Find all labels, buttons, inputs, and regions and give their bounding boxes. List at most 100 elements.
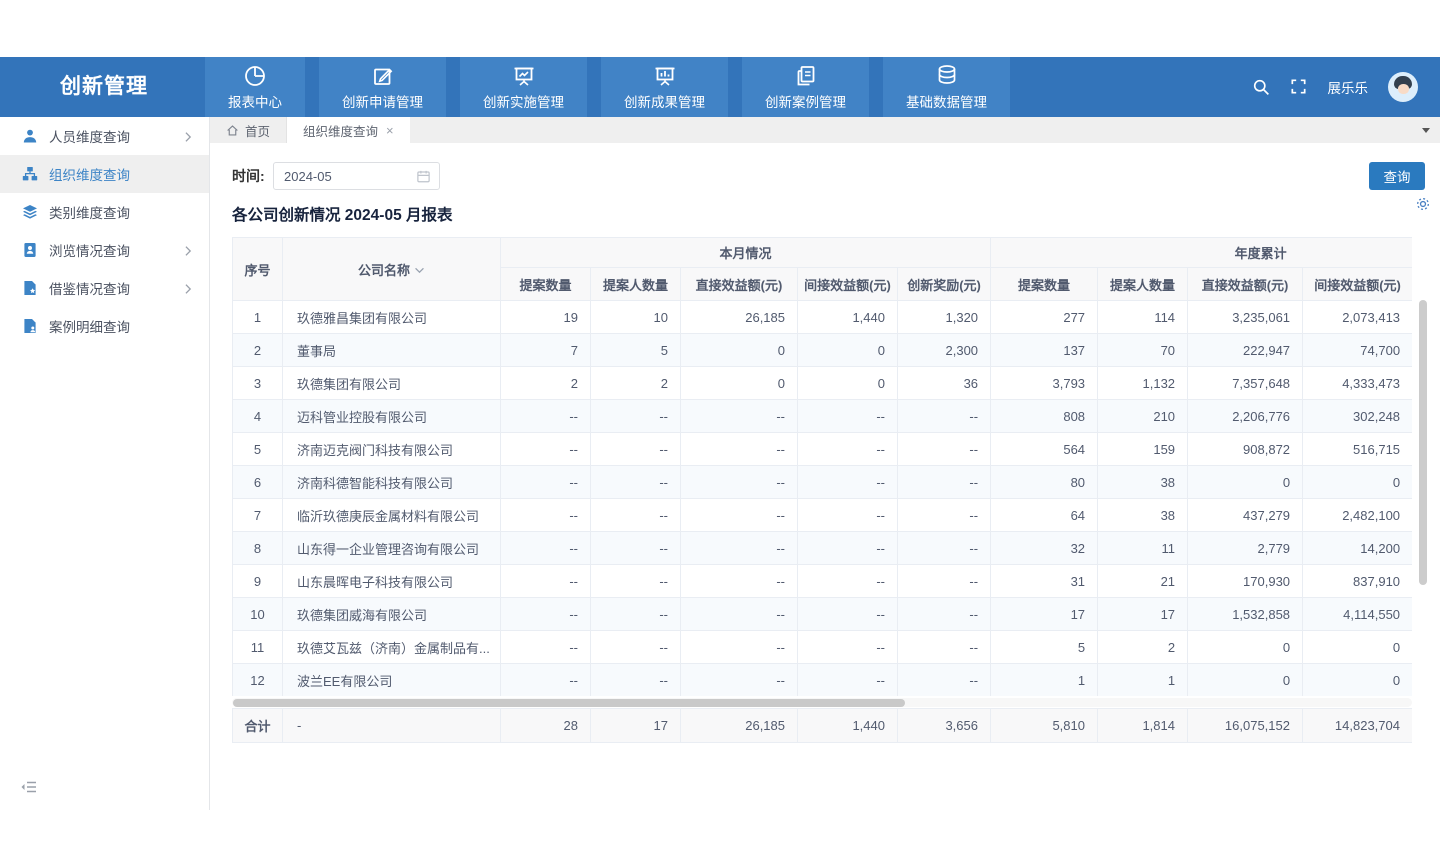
nav-item-2[interactable]: 创新申请管理 (319, 57, 446, 117)
table-cell: -- (591, 400, 681, 433)
horizontal-scrollbar[interactable] (232, 698, 1412, 707)
table-cell: 0 (1303, 466, 1412, 499)
table-row: 8山东得一企业管理咨询有限公司----------32112,77914,200 (233, 532, 1413, 565)
table-cell: 17 (1098, 598, 1188, 631)
table-row: 12波兰EE有限公司----------1100 (233, 664, 1413, 697)
menu-collapse-icon[interactable] (20, 778, 38, 796)
tab-2[interactable]: 组织维度查询× (287, 117, 410, 143)
col-header-company-label: 公司名称 (358, 263, 410, 278)
table-cell: -- (681, 598, 798, 631)
tab-close-icon[interactable]: × (386, 123, 394, 138)
nav-item-5[interactable]: 创新案例管理 (742, 57, 869, 117)
sidebar-item-4[interactable]: 浏览情况查询 (0, 231, 209, 269)
table-cell: 0 (1303, 664, 1412, 697)
table-cell: 0 (1188, 631, 1303, 664)
col-header-company[interactable]: 公司名称 (283, 238, 501, 301)
table-cell: 临沂玖德庚辰金属材料有限公司 (283, 499, 501, 532)
table-cell: 0 (1188, 466, 1303, 499)
total-cell: 5,810 (991, 709, 1098, 743)
sidebar-item-6[interactable]: 案例明细查询 (0, 307, 209, 345)
nav-item-4[interactable]: 创新成果管理 (601, 57, 728, 117)
table-cell: 1 (1098, 664, 1188, 697)
table-row: 5济南迈克阀门科技有限公司----------564159908,872516,… (233, 433, 1413, 466)
sidebar-item-3[interactable]: 类别维度查询 (0, 193, 209, 231)
col-header-month-2: 提案人数量 (591, 268, 681, 301)
table-cell: 济南迈克阀门科技有限公司 (283, 433, 501, 466)
username[interactable]: 展乐乐 (1328, 77, 1369, 97)
title-row: 各公司创新情况 2024-05 月报表 (232, 203, 1420, 225)
table-cell: -- (798, 433, 898, 466)
table-row: 9山东晨晖电子科技有限公司----------3121170,930837,91… (233, 565, 1413, 598)
total-cell: 16,075,152 (1188, 709, 1303, 743)
table-cell: -- (591, 499, 681, 532)
database-icon (934, 63, 960, 89)
table-cell: 2,482,100 (1303, 499, 1412, 532)
table-cell: -- (501, 631, 591, 664)
table-cell: 11 (1098, 532, 1188, 565)
nav-item-label: 基础数据管理 (906, 91, 987, 111)
col-header-month-1: 提案数量 (501, 268, 591, 301)
table-cell: 437,279 (1188, 499, 1303, 532)
person-icon (22, 128, 38, 144)
vertical-scrollbar[interactable] (1419, 300, 1427, 585)
table-row: 4迈科管业控股有限公司----------8082102,206,776302,… (233, 400, 1413, 433)
table-cell: -- (681, 664, 798, 697)
table-cell: 6 (233, 466, 283, 499)
sidebar-item-5[interactable]: 借鉴情况查询 (0, 269, 209, 307)
report-table: 序号公司名称本月情况年度累计提案数量提案人数量直接效益额(元)间接效益额(元)创… (232, 237, 1412, 696)
table-cell: 8 (233, 532, 283, 565)
total-row: 合计-281726,1851,4403,6565,8101,81416,075,… (233, 709, 1413, 743)
org-chart-icon (22, 166, 38, 182)
table-cell: 2,073,413 (1303, 301, 1412, 334)
table-cell: 7 (233, 499, 283, 532)
sort-caret-down-icon[interactable] (414, 262, 425, 277)
table-cell: 1 (991, 664, 1098, 697)
avatar[interactable] (1388, 72, 1418, 102)
sidebar-item-label: 人员维度查询 (49, 126, 130, 146)
home-icon (226, 124, 239, 137)
table-cell: 0 (1188, 664, 1303, 697)
col-header-month-4: 间接效益额(元) (798, 268, 898, 301)
chevron-right-icon (184, 244, 193, 256)
table-cell: -- (501, 664, 591, 697)
table-cell: -- (591, 631, 681, 664)
query-button[interactable]: 查询 (1369, 162, 1425, 190)
document-star-icon (22, 280, 38, 296)
nav-item-1[interactable]: 报表中心 (205, 57, 305, 117)
sidebar: 人员维度查询组织维度查询类别维度查询浏览情况查询借鉴情况查询案例明细查询 (0, 117, 210, 810)
table-cell: -- (591, 433, 681, 466)
sidebar-item-label: 组织维度查询 (49, 164, 130, 184)
time-input[interactable]: 2024-05 (273, 162, 440, 190)
table-cell: -- (501, 598, 591, 631)
horizontal-scrollbar-thumb[interactable] (233, 699, 905, 707)
table-cell: -- (798, 631, 898, 664)
fullscreen-icon[interactable] (1290, 78, 1308, 96)
table-cell: 5 (233, 433, 283, 466)
sidebar-item-label: 类别维度查询 (49, 202, 130, 222)
tabs-dropdown-icon[interactable] (1422, 128, 1430, 133)
table-cell: 137 (991, 334, 1098, 367)
table-cell: 4 (233, 400, 283, 433)
table-cell: 808 (991, 400, 1098, 433)
col-header-seq: 序号 (233, 238, 283, 301)
tab-1[interactable]: 首页 (210, 117, 287, 143)
table-cell: -- (681, 532, 798, 565)
chevron-right-icon (184, 282, 193, 294)
sidebar-item-1[interactable]: 人员维度查询 (0, 117, 209, 155)
nav-item-6[interactable]: 基础数据管理 (883, 57, 1010, 117)
table-cell: 21 (1098, 565, 1188, 598)
table-cell: -- (798, 466, 898, 499)
table-settings-gear-icon[interactable] (1414, 195, 1432, 213)
nav-item-3[interactable]: 创新实施管理 (460, 57, 587, 117)
table-row: 2董事局75002,30013770222,94774,700 (233, 334, 1413, 367)
table-cell: 11 (233, 631, 283, 664)
table-cell: -- (681, 466, 798, 499)
app-title: 创新管理 (60, 57, 148, 117)
table-cell: 12 (233, 664, 283, 697)
sidebar-item-2[interactable]: 组织维度查询 (0, 155, 209, 193)
search-icon[interactable] (1252, 78, 1270, 96)
table-cell: -- (681, 400, 798, 433)
table-cell: 2,300 (898, 334, 991, 367)
nav-actions: 展乐乐 (1252, 57, 1419, 117)
table-cell: 玖德集团威海有限公司 (283, 598, 501, 631)
